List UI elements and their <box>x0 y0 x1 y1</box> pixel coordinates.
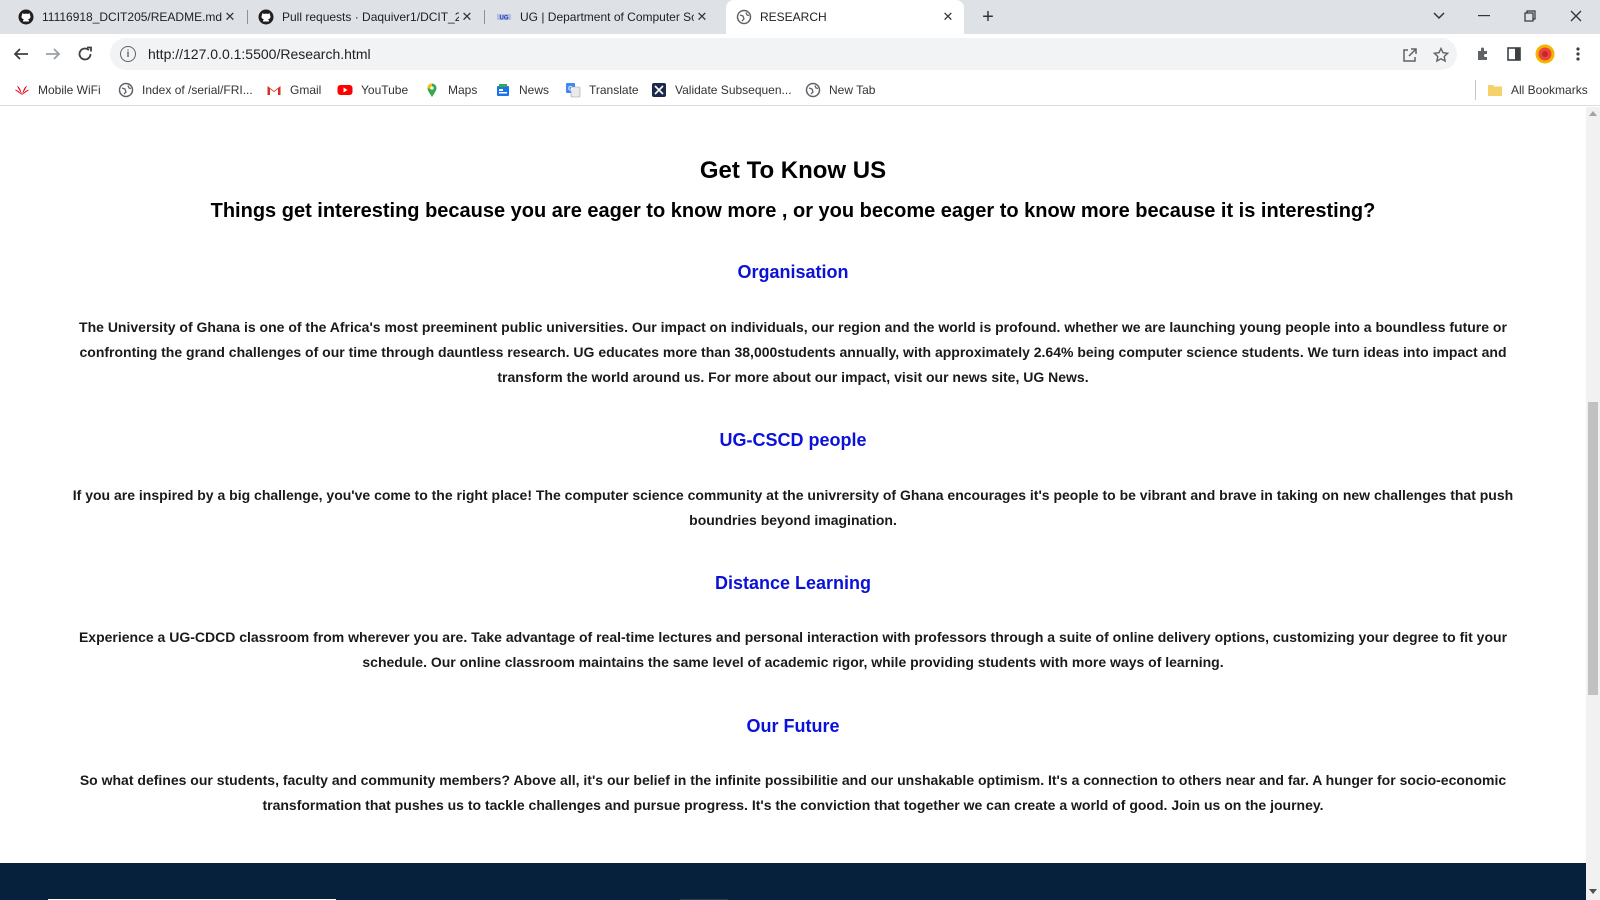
section-body-organisation: The University of Ghana is one of the Af… <box>79 319 1507 385</box>
bookmark-label: YouTube <box>361 83 409 97</box>
browser-toolbar: i http://127.0.0.1:5500/Research.html <box>0 34 1600 74</box>
section-body-distance-learning: Experience a UG-CDCD classroom from wher… <box>78 629 1508 670</box>
side-panel-icon[interactable] <box>1504 44 1524 64</box>
close-icon[interactable]: ✕ <box>940 9 956 25</box>
new-tab-button[interactable]: + <box>976 5 1000 29</box>
scroll-up-arrow-icon[interactable] <box>1589 111 1597 116</box>
page-title: Get To Know US <box>699 157 887 184</box>
tab-ug-department[interactable]: UG UG | Department of Computer Science ✕ <box>486 0 718 34</box>
bookmark-maps[interactable]: Maps <box>424 81 477 99</box>
globe-icon <box>805 82 821 98</box>
tab-title: RESEARCH <box>760 10 827 24</box>
scroll-down-arrow-icon[interactable] <box>1589 889 1597 894</box>
all-bookmarks-button[interactable]: All Bookmarks <box>1487 81 1588 99</box>
section-heading-distance-learning: Distance Learning <box>714 573 872 593</box>
tab-title: UG | Department of Computer Science <box>520 10 694 24</box>
section-heading-organisation: Organisation <box>737 262 849 282</box>
page-footer <box>0 863 1586 900</box>
page-subtitle: Things get interesting because you are e… <box>210 200 1376 222</box>
address-bar[interactable]: i http://127.0.0.1:5500/Research.html <box>110 38 1457 70</box>
bookmarks-bar: Mobile WiFi Index of /serial/FRI... Gmai… <box>0 74 1600 106</box>
bookmark-label: Validate Subsequen... <box>675 83 792 97</box>
page-viewport: Get To Know US Things get interesting be… <box>0 107 1586 900</box>
bookmark-label: Mobile WiFi <box>38 83 101 97</box>
tab-readme[interactable]: 11116918_DCIT205/README.md ✕ <box>8 0 246 34</box>
globe-icon <box>736 9 752 25</box>
github-icon <box>18 9 34 25</box>
section-heading-people: UG-CSCD people <box>719 430 867 450</box>
profile-avatar[interactable] <box>1535 44 1555 64</box>
tab-title: Pull requests · Daquiver1/DCIT_205 <box>282 10 459 24</box>
svg-text:UG: UG <box>500 16 509 22</box>
bookmark-label: Index of /serial/FRI... <box>142 83 253 97</box>
github-icon <box>258 9 274 25</box>
restore-button[interactable] <box>1508 0 1552 32</box>
section-body-people: If you are inspired by a big challenge, … <box>72 487 1514 528</box>
translate-icon: G <box>565 82 581 98</box>
site-info-icon[interactable]: i <box>120 46 136 62</box>
bookmark-validate-subsequence[interactable]: Validate Subsequen... <box>651 81 792 99</box>
close-icon[interactable]: ✕ <box>459 9 475 25</box>
bookmark-label: All Bookmarks <box>1511 83 1588 97</box>
bookmark-label: Maps <box>448 83 478 97</box>
svg-text:G: G <box>568 87 573 93</box>
tab-research[interactable]: RESEARCH ✕ <box>726 0 964 34</box>
bookmark-label: Translate <box>589 83 639 97</box>
tab-strip: 11116918_DCIT205/README.md ✕ Pull reques… <box>0 0 1600 34</box>
url-text: http://127.0.0.1:5500/Research.html <box>148 46 371 62</box>
extensions-icon[interactable] <box>1473 44 1493 64</box>
section-heading-our-future: Our Future <box>746 716 840 736</box>
tab-pull-requests[interactable]: Pull requests · Daquiver1/DCIT_205 ✕ <box>248 0 483 34</box>
section-body-our-future: So what defines our students, faculty an… <box>79 772 1507 813</box>
news-icon <box>495 82 511 98</box>
huawei-icon <box>14 82 30 98</box>
bookmark-index-serial[interactable]: Index of /serial/FRI... <box>118 81 253 99</box>
bookmark-star-icon[interactable] <box>1432 46 1450 64</box>
youtube-icon <box>337 82 353 98</box>
bookmark-gmail[interactable]: Gmail <box>266 81 321 99</box>
bookmark-label: Gmail <box>290 83 322 97</box>
ug-logo-icon: UG <box>496 9 512 25</box>
folder-icon <box>1487 82 1503 98</box>
back-button[interactable] <box>7 40 35 68</box>
bookmark-mobile-wifi[interactable]: Mobile WiFi <box>14 81 101 99</box>
x-box-icon <box>651 82 667 98</box>
bookmarks-divider <box>1475 80 1476 100</box>
bookmark-label: News <box>519 83 550 97</box>
minimize-button[interactable] <box>1462 0 1506 32</box>
reload-button[interactable] <box>71 40 99 68</box>
more-menu-icon[interactable] <box>1568 44 1588 64</box>
close-icon[interactable]: ✕ <box>694 9 710 25</box>
scrollbar-thumb[interactable] <box>1588 402 1598 695</box>
bookmark-news[interactable]: News <box>495 81 549 99</box>
tab-search-button[interactable] <box>1417 0 1461 32</box>
forward-button[interactable] <box>39 40 67 68</box>
bookmark-youtube[interactable]: YouTube <box>337 81 408 99</box>
globe-icon <box>118 82 134 98</box>
bookmark-translate[interactable]: G Translate <box>565 81 639 99</box>
share-icon[interactable] <box>1401 46 1419 64</box>
tab-title: 11116918_DCIT205/README.md <box>42 10 222 24</box>
close-window-button[interactable] <box>1554 0 1598 32</box>
bookmark-new-tab[interactable]: New Tab <box>805 81 875 99</box>
bookmark-label: New Tab <box>829 83 876 97</box>
maps-pin-icon <box>424 82 440 98</box>
gmail-icon <box>266 82 282 98</box>
close-icon[interactable]: ✕ <box>222 9 238 25</box>
tab-divider <box>484 10 485 24</box>
